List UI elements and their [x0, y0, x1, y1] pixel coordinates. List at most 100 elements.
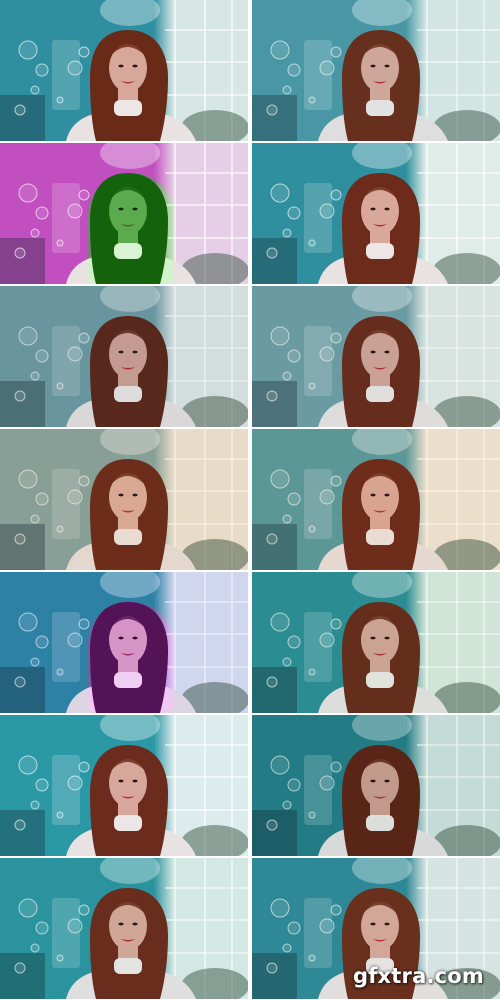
soap-bubble [330, 618, 342, 630]
portrait-photo [252, 715, 500, 856]
photo-tile-preset-8-warm-teal [252, 429, 500, 570]
soap-bubble [18, 755, 38, 775]
soap-bubble [319, 489, 335, 505]
soap-bubble [270, 612, 290, 632]
soap-bubble [78, 46, 90, 58]
portrait-photo [0, 429, 248, 570]
soap-bubble [14, 676, 26, 688]
eye [370, 350, 376, 354]
collar [114, 958, 142, 974]
soap-bubble [319, 346, 335, 362]
preset-comparison-grid [0, 0, 500, 1000]
soap-bubble [30, 514, 40, 524]
eye [118, 636, 124, 640]
eye [384, 636, 390, 640]
portrait-photo [0, 143, 248, 284]
eye [384, 922, 390, 926]
soap-bubble [67, 203, 83, 219]
eye [132, 779, 138, 783]
shelf [0, 238, 45, 284]
soap-bubble [14, 390, 26, 402]
soap-bubble [78, 475, 90, 487]
soap-bubble [14, 962, 26, 974]
shelf [252, 238, 297, 284]
soap-bubble [56, 239, 64, 247]
soap-bubble [35, 206, 49, 220]
soap-bubble [78, 189, 90, 201]
eye [132, 64, 138, 68]
portrait-photo [252, 429, 500, 570]
photo-tile-preset-5-grey-blue [0, 286, 248, 427]
soap-bubble [308, 239, 316, 247]
soap-bubble [35, 492, 49, 506]
soap-bubble [330, 189, 342, 201]
soap-bubble [270, 898, 290, 918]
soap-bubble [56, 811, 64, 819]
soap-bubble [282, 228, 292, 238]
soap-bubble [67, 60, 83, 76]
soap-bubble [330, 475, 342, 487]
eye [384, 493, 390, 497]
soap-bubble [308, 382, 316, 390]
soap-bubble [67, 775, 83, 791]
soap-bubble [282, 85, 292, 95]
shelf [0, 953, 45, 999]
shelf [0, 667, 45, 713]
eye [118, 350, 124, 354]
soap-bubble [287, 349, 301, 363]
portrait-photo [0, 286, 248, 427]
soap-bubble [35, 778, 49, 792]
eye [370, 64, 376, 68]
soap-bubble [18, 40, 38, 60]
shelf [252, 667, 297, 713]
portrait-photo [0, 715, 248, 856]
collar [114, 529, 142, 545]
soap-bubble [35, 921, 49, 935]
soap-bubble [266, 533, 278, 545]
collar [366, 815, 394, 831]
soap-bubble [67, 632, 83, 648]
photo-tile-preset-1-teal [0, 0, 248, 141]
soap-bubble [282, 943, 292, 953]
eye [118, 779, 124, 783]
soap-bubble [35, 635, 49, 649]
soap-bubble [78, 904, 90, 916]
soap-bubble [56, 96, 64, 104]
shelf [252, 810, 297, 856]
eye [384, 779, 390, 783]
photo-tile-preset-2-cyan-soft [252, 0, 500, 141]
eye [370, 922, 376, 926]
photo-tile-preset-11-turquoise [0, 715, 248, 856]
soap-bubble [330, 761, 342, 773]
collar [366, 958, 394, 974]
collar [114, 386, 142, 402]
soap-bubble [319, 918, 335, 934]
soap-bubble [266, 390, 278, 402]
portrait-photo [252, 286, 500, 427]
soap-bubble [282, 800, 292, 810]
soap-bubble [308, 96, 316, 104]
collar [114, 243, 142, 259]
soap-bubble [319, 60, 335, 76]
soap-bubble [78, 761, 90, 773]
soap-bubble [287, 492, 301, 506]
soap-bubble [30, 800, 40, 810]
portrait-photo [252, 143, 500, 284]
eye [118, 64, 124, 68]
shelf [252, 95, 297, 141]
photo-tile-preset-10-teal-green [252, 572, 500, 713]
soap-bubble [18, 183, 38, 203]
soap-bubble [287, 778, 301, 792]
soap-bubble [270, 183, 290, 203]
portrait-photo [252, 0, 500, 141]
soap-bubble [18, 469, 38, 489]
soap-bubble [30, 228, 40, 238]
eye [370, 636, 376, 640]
soap-bubble [266, 104, 278, 116]
portrait-photo [0, 572, 248, 713]
collar [114, 100, 142, 116]
soap-bubble [30, 943, 40, 953]
portrait-photo [0, 0, 248, 141]
collar [366, 100, 394, 116]
shelf [0, 381, 45, 427]
